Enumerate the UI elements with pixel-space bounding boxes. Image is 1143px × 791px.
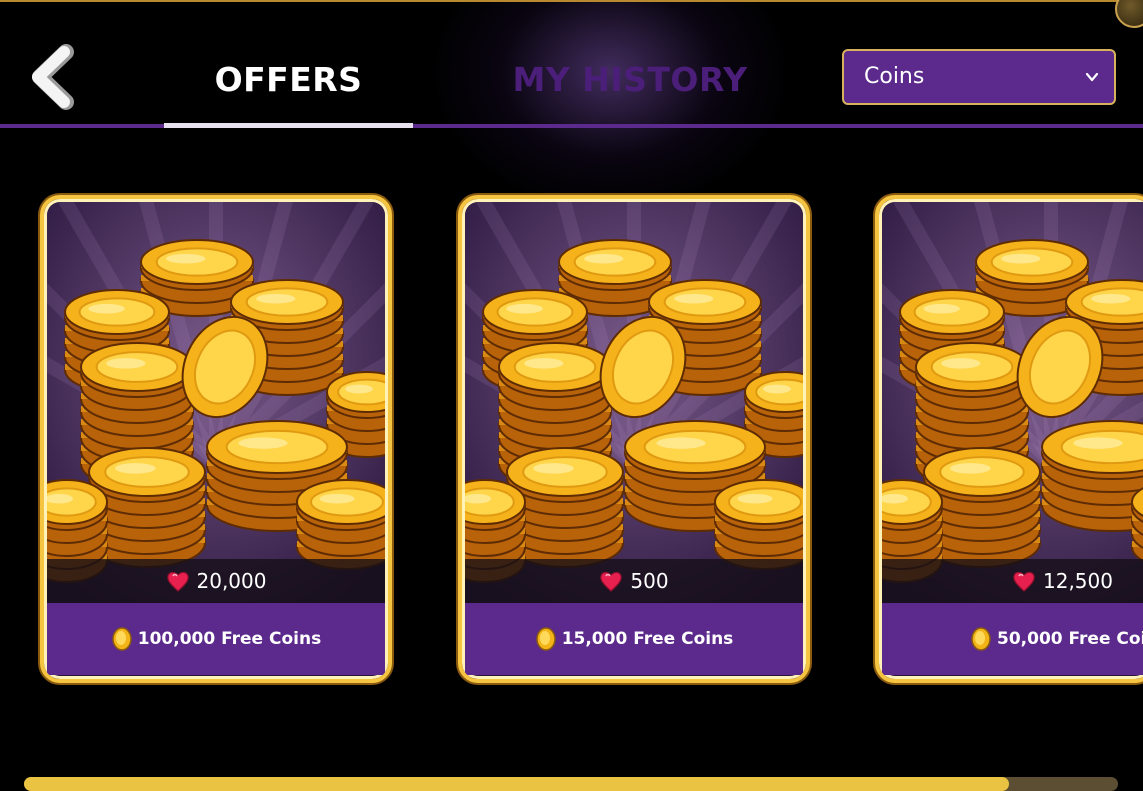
coin-icon <box>535 627 556 651</box>
coin-pile-image <box>47 202 385 602</box>
tab-offers[interactable]: OFFERS <box>164 50 413 110</box>
scroll-progress-fill <box>24 777 1009 791</box>
offer-reward-label: 50,000 Free Coins <box>997 629 1143 649</box>
coin-icon <box>112 627 132 651</box>
chevron-left-icon <box>32 44 74 110</box>
offer-price-value: 12,500 <box>1043 569 1113 593</box>
coin-pile-illustration <box>882 202 1143 602</box>
offer-price: 500 <box>465 559 803 603</box>
offer-price-value: 500 <box>630 569 669 593</box>
coin-pile-image <box>882 202 1143 602</box>
scroll-progress-track[interactable] <box>24 777 1118 791</box>
offer-reward: 100,000 Free Coins <box>47 603 385 675</box>
coin-pile-illustration <box>47 202 385 602</box>
offer-card[interactable]: 12,500 50,000 Free Coins <box>875 195 1143 683</box>
offer-price: 12,500 <box>882 559 1143 603</box>
offer-price: 20,000 <box>47 559 385 603</box>
offer-price-value: 20,000 <box>196 569 267 593</box>
offer-card[interactable]: 500 15,000 Free Coins <box>458 195 810 683</box>
back-button[interactable] <box>26 44 82 110</box>
heart-gem-icon <box>166 571 189 592</box>
chevron-down-icon <box>1085 72 1099 82</box>
currency-select-value: Coins <box>864 64 925 89</box>
active-tab-indicator <box>164 123 413 128</box>
offer-reward-label: 100,000 Free Coins <box>137 629 322 649</box>
tab-my-history[interactable]: MY HISTORY <box>500 50 760 110</box>
offer-reward: 15,000 Free Coins <box>465 603 803 675</box>
heart-gem-icon <box>1013 571 1035 592</box>
offer-reward-label: 15,000 Free Coins <box>561 629 734 649</box>
offers-screen: OFFERS MY HISTORY Coins 20,000 100,000 F… <box>0 0 1143 791</box>
heart-gem-icon <box>600 571 623 592</box>
offer-reward: 50,000 Free Coins <box>882 603 1143 675</box>
coin-pile-image <box>465 202 803 602</box>
currency-select[interactable]: Coins <box>842 49 1116 105</box>
corner-badge-icon <box>1115 0 1143 28</box>
coin-icon <box>971 627 991 651</box>
offer-card[interactable]: 20,000 100,000 Free Coins <box>40 195 392 683</box>
coin-pile-illustration <box>465 202 803 602</box>
